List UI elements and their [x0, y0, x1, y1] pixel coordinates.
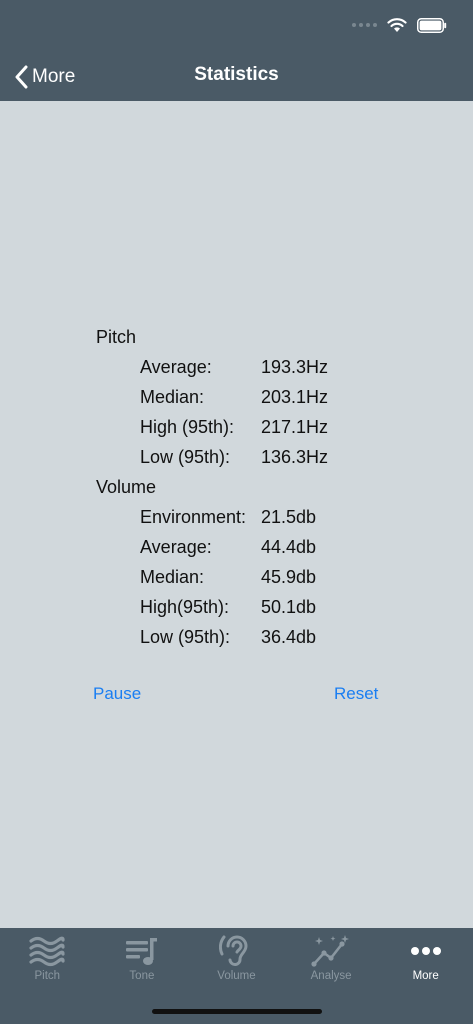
- tab-label: Pitch: [34, 970, 61, 982]
- music-list-icon: [125, 938, 157, 965]
- stat-value: 50.1db: [261, 597, 317, 617]
- tab-pitch[interactable]: Pitch: [0, 928, 95, 990]
- wifi-icon: [387, 18, 407, 32]
- stat-value: 193.3Hz: [261, 357, 329, 377]
- stat-label: High (95th):: [140, 417, 235, 437]
- stat-value: 217.1Hz: [261, 417, 329, 437]
- home-indicator[interactable]: [152, 1009, 322, 1014]
- page-title: Statistics: [194, 64, 279, 85]
- battery-icon: [417, 17, 447, 33]
- stat-value: 36.4db: [261, 627, 317, 647]
- stat-label: Low (95th):: [140, 627, 231, 647]
- sparkle-chart-icon: [311, 935, 350, 967]
- cellular-signal-icon: [352, 23, 377, 27]
- pitch-section-title: Pitch: [96, 327, 137, 347]
- stat-label: Average:: [140, 357, 212, 377]
- stat-value: 44.4db: [261, 537, 317, 557]
- ear-icon: [219, 935, 248, 967]
- waves-icon: [29, 936, 65, 967]
- tab-label: More: [412, 970, 439, 982]
- volume-section-title: Volume: [96, 477, 157, 497]
- stat-label: Median:: [140, 387, 205, 407]
- stat-label: Average:: [140, 537, 212, 557]
- stat-label: High(95th):: [140, 597, 230, 617]
- tab-more[interactable]: More: [378, 928, 473, 990]
- stat-value: 203.1Hz: [261, 387, 329, 407]
- tab-label: Tone: [129, 970, 155, 982]
- tab-label: Volume: [217, 970, 256, 982]
- navigation-bar: More Statistics: [0, 0, 473, 101]
- tab-volume[interactable]: Volume: [189, 928, 284, 990]
- stat-label: Environment:: [140, 507, 247, 527]
- status-bar: [352, 14, 447, 36]
- stat-value: 21.5db: [261, 507, 317, 527]
- pause-button[interactable]: Pause: [93, 684, 141, 704]
- tab-analyse[interactable]: Analyse: [284, 928, 379, 990]
- reset-button[interactable]: Reset: [334, 684, 378, 704]
- stat-label: Median:: [140, 567, 205, 587]
- more-dots-icon: [410, 947, 441, 955]
- stat-label: Low (95th):: [140, 447, 231, 467]
- tab-label: Analyse: [310, 970, 352, 982]
- tab-tone[interactable]: Tone: [95, 928, 190, 990]
- stat-value: 45.9db: [261, 567, 317, 587]
- stat-value: 136.3Hz: [261, 447, 329, 467]
